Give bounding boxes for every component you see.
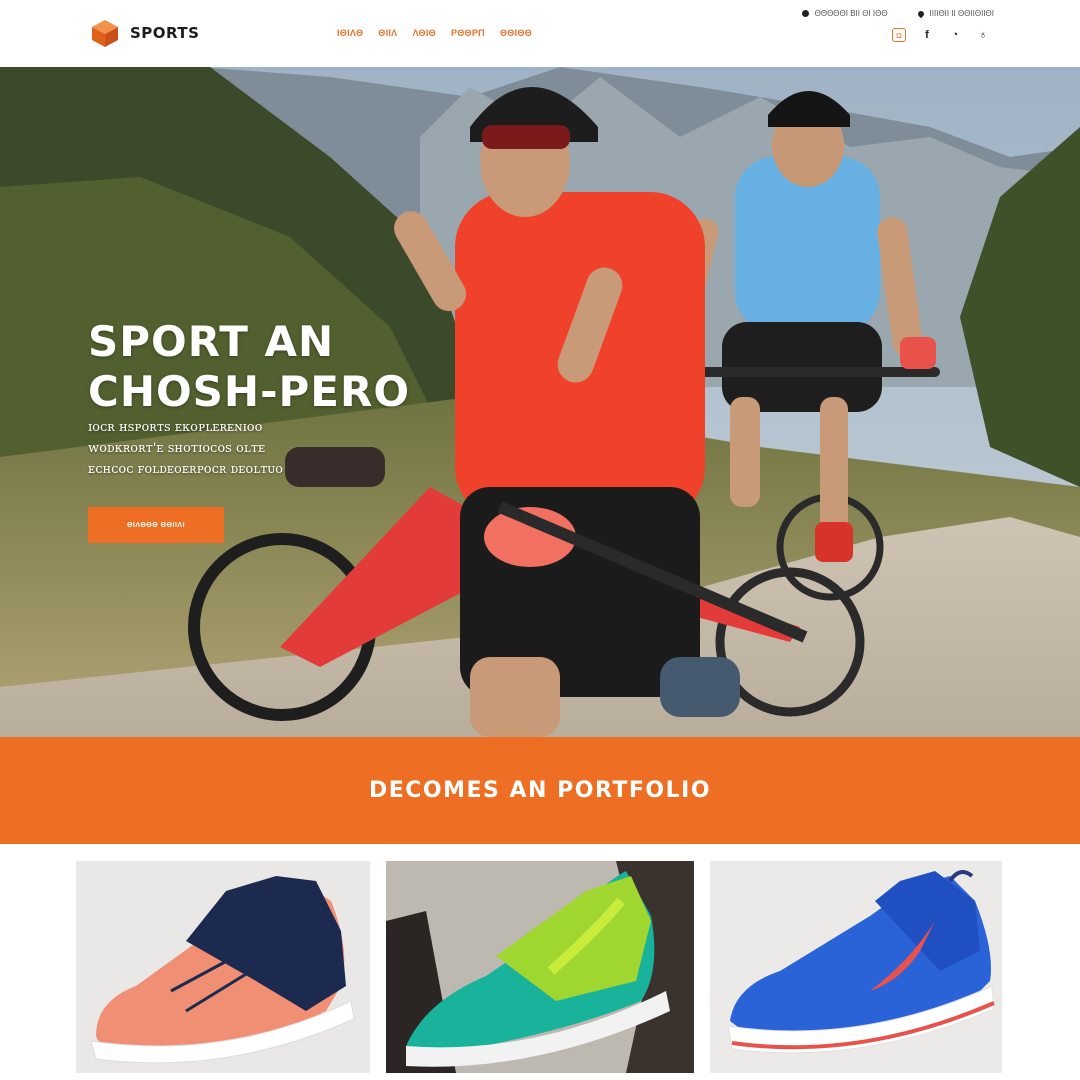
portfolio-banner: DECOMES AN PORTFOLIO	[0, 737, 1080, 844]
social-links: ◘ f ◔ ♁	[892, 28, 990, 42]
brand-logo[interactable]: SPORTS	[90, 18, 199, 48]
hero-section: SPORT AN CHOSH-PERO ɪᴏᴄʀ ʜꜱᴘᴏʀᴛꜱ ᴇᴋᴏᴘʟᴇʀ…	[0, 67, 1080, 737]
facebook-icon[interactable]: f	[920, 28, 934, 42]
site-header: SPORTS ΙΘΙΛΘ ΘΙΙΛ ΛΘΙΘ ΡΘΘΡΠ ΘΘΙΘΘ ΘΘΘΘΘ…	[0, 0, 1080, 67]
nav-item-2[interactable]: ΘΙΙΛ	[378, 28, 397, 38]
brand-name: SPORTS	[130, 24, 200, 42]
product-card-green-mesh[interactable]	[386, 861, 694, 1073]
hero-subtitle-line1: ɪᴏᴄʀ ʜꜱᴘᴏʀᴛꜱ ᴇᴋᴏᴘʟᴇʀᴇɴɪᴏᴏ	[88, 420, 263, 435]
hero-title-line1: SPORT AN	[88, 317, 335, 366]
search-link-text: ΘΘΘΘΘΙ ΒΙΙ ΘΙ ΙΘΘ	[814, 9, 888, 18]
hero-subtitle: ɪᴏᴄʀ ʜꜱᴘᴏʀᴛꜱ ᴇᴋᴏᴘʟᴇʀᴇɴɪᴏᴏ ᴡᴏᴅᴋʀᴏʀᴛ'ᴇ ꜱʜᴏ…	[88, 417, 328, 480]
cube-logo-icon	[92, 20, 118, 47]
nav-item-1[interactable]: ΙΘΙΛΘ	[337, 28, 363, 38]
hero-subtitle-line2: ᴡᴏᴅᴋʀᴏʀᴛ'ᴇ ꜱʜᴏᴛɪᴏᴄᴏꜱ ᴏʟᴛᴇ	[88, 441, 266, 456]
nav-item-5[interactable]: ΘΘΙΘΘ	[500, 28, 532, 38]
search-icon	[801, 10, 809, 17]
location-pin-icon	[916, 9, 925, 18]
search-link[interactable]: ΘΘΘΘΘΙ ΒΙΙ ΘΙ ΙΘΘ	[801, 9, 888, 18]
instagram-icon[interactable]: ◘	[892, 28, 906, 42]
hero-title: SPORT AN CHOSH-PERO	[88, 317, 410, 417]
location-link-text: ΙΙΙΙΘΙΙ ΙΙ ΘΘΙΙΘΙΙΘΙ	[929, 9, 994, 18]
product-card-navy-coral[interactable]	[76, 861, 370, 1073]
main-nav: ΙΘΙΛΘ ΘΙΙΛ ΛΘΙΘ ΡΘΘΡΠ ΘΘΙΘΘ	[337, 28, 532, 38]
product-card-blue-red[interactable]	[710, 861, 1002, 1073]
user-icon[interactable]: ♁	[976, 28, 990, 42]
hero-title-line2: CHOSH-PERO	[88, 367, 411, 416]
location-link[interactable]: ΙΙΙΙΘΙΙ ΙΙ ΘΘΙΙΘΙΙΘΙ	[916, 9, 994, 18]
green-mesh-sneaker-image	[386, 861, 694, 1073]
blue-red-sneaker-image	[710, 861, 1002, 1073]
nav-item-4[interactable]: ΡΘΘΡΠ	[451, 28, 485, 38]
circle-icon[interactable]: ◔	[948, 28, 962, 42]
nav-item-3[interactable]: ΛΘΙΘ	[412, 28, 435, 38]
hero-cta-button[interactable]: ΘΙΛΘΘΘ ΘΘΙΙΛΙ	[88, 507, 224, 543]
hero-subtitle-line3: ᴇᴄʜᴄᴏᴄ ꜰᴏʟᴅᴇᴏᴇʀᴘᴏᴄʀ ᴅᴇᴏʟᴛᴜᴏ	[88, 462, 283, 477]
utility-bar: ΘΘΘΘΘΙ ΒΙΙ ΘΙ ΙΘΘ ΙΙΙΙΘΙΙ ΙΙ ΘΘΙΙΘΙΙΘΙ	[801, 9, 994, 18]
banner-title: DECOMES AN PORTFOLIO	[368, 778, 712, 803]
navy-coral-sneaker-image	[76, 861, 370, 1073]
